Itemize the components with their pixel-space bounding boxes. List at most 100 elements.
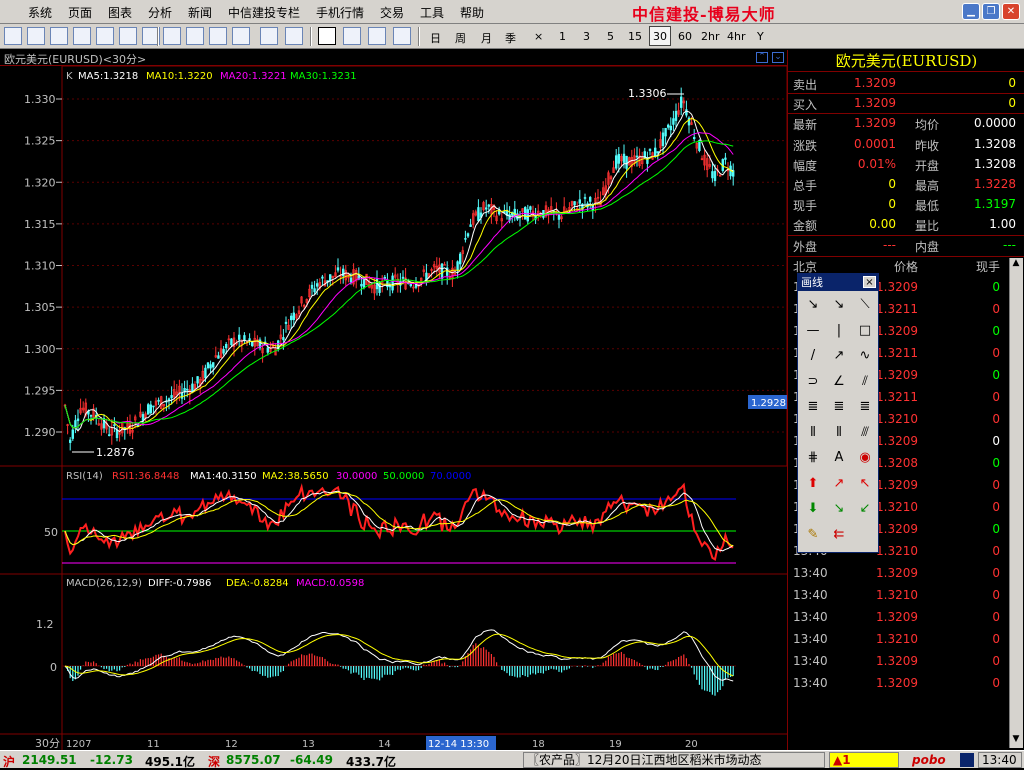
news-ticker[interactable]: 〖农产品〗12月20日江西地区稻米市场动态 (523, 752, 825, 768)
cycle-lines-icon[interactable]: ⦀ (828, 423, 850, 443)
period-quarterly[interactable]: 季 (505, 30, 516, 46)
grid-icon[interactable] (119, 27, 137, 45)
arrow-up-left-icon[interactable]: ↖ (854, 474, 876, 494)
candle-body (487, 204, 490, 207)
arrow-down-icon[interactable] (260, 27, 278, 45)
scroll-down-icon[interactable]: ▼ (1009, 734, 1023, 748)
status-bar: 沪 2149.51 -12.73 495.1亿 深 8575.07 -64.49… (0, 750, 1024, 769)
ellipse-tool-icon[interactable]: ◉ (854, 448, 876, 468)
period-3min[interactable]: 3 (583, 30, 590, 43)
candle-body (266, 347, 269, 353)
menu-news[interactable]: 新闻 (188, 4, 212, 21)
menu-citic-column[interactable]: 中信建投专栏 (228, 4, 300, 21)
period-4hr[interactable]: 4hr (727, 30, 746, 43)
arrow-line-icon[interactable]: ↗ (828, 346, 850, 366)
speed-lines-icon[interactable]: ⫻ (854, 423, 876, 443)
fibonacci-icon[interactable]: ≣ (802, 397, 824, 417)
trend-line-icon[interactable]: / (802, 346, 824, 366)
menu-tools[interactable]: 工具 (420, 4, 444, 21)
period-yearly[interactable]: Y (757, 30, 764, 43)
tick-time: 13:40 (793, 676, 828, 690)
indicator-icon[interactable] (368, 27, 386, 45)
text-tool-icon[interactable]: A (828, 448, 850, 468)
close-icon[interactable]: ✕ (1002, 3, 1020, 20)
tick-volume: 0 (992, 588, 1000, 602)
angle-icon[interactable]: ∠ (828, 372, 850, 392)
period-15min[interactable]: 15 (628, 30, 642, 43)
period-1min[interactable]: 1 (559, 30, 566, 43)
period-2hr[interactable]: 2hr (701, 30, 720, 43)
restore-icon[interactable]: ❐ (982, 3, 1000, 20)
arrow-up-right-icon[interactable]: ↗ (828, 474, 850, 494)
candle-chart-icon[interactable] (50, 27, 68, 45)
macd-dea-label: DEA:-0.8284 (226, 578, 289, 589)
channel-icon[interactable]: ≣ (854, 397, 876, 417)
refresh-icon[interactable] (163, 27, 181, 45)
period-60min[interactable]: 60 (678, 30, 692, 43)
quote-label: 涨跌 (793, 138, 818, 153)
scroll-up-icon[interactable]: ⌃ (756, 52, 768, 63)
drawing-tools-titlebar[interactable]: 画线 × (798, 274, 878, 291)
close-icon[interactable]: × (863, 276, 876, 288)
menu-mobile-quotes[interactable]: 手机行情 (316, 4, 364, 21)
candle-body (212, 362, 215, 368)
wave-icon[interactable]: ∿ (854, 346, 876, 366)
price-chart[interactable]: K MA5:1.3218 MA10:1.3220 MA20:1.3221 MA3… (0, 66, 787, 750)
arrow-down-right-icon[interactable]: ↘ (828, 499, 850, 519)
menu-page[interactable]: 页面 (68, 4, 92, 21)
arrow-down-left-icon[interactable]: ↙ (854, 499, 876, 519)
menu-help[interactable]: 帮助 (460, 4, 484, 21)
fan-lines-icon[interactable]: ⫽ (854, 372, 876, 392)
scroll-down-icon[interactable]: ⌄ (772, 52, 784, 63)
period-weekly[interactable]: 周 (455, 30, 466, 46)
export-icon[interactable] (285, 27, 303, 45)
tick-volume: 0 (992, 280, 1000, 294)
period-daily[interactable]: 日 (430, 30, 441, 46)
period-30min[interactable]: 30 (649, 26, 671, 46)
menu-trade[interactable]: 交易 (380, 4, 404, 21)
flash-icon[interactable] (393, 27, 411, 45)
candle-body (315, 283, 319, 287)
scroll-up-icon[interactable]: ▲ (1009, 258, 1023, 272)
candle-body (466, 233, 470, 237)
period-custom[interactable]: × (534, 30, 543, 43)
rectangle-icon[interactable]: □ (854, 321, 876, 341)
period-monthly[interactable]: 月 (481, 30, 492, 46)
menu-system[interactable]: 系统 (28, 4, 52, 21)
eraser-icon[interactable]: ✎ (802, 525, 824, 545)
gann-icon[interactable]: ≣ (828, 397, 850, 417)
bar-icon[interactable] (96, 27, 114, 45)
cursor-icon[interactable] (232, 27, 250, 45)
tick-row: 13:40 1.3209 0 (788, 610, 1024, 632)
candle-body (664, 127, 667, 137)
arrow-up-icon[interactable]: ⬆ (802, 474, 824, 494)
menu-chart[interactable]: 图表 (108, 4, 132, 21)
quote-label: 内盘 (915, 239, 940, 254)
vertical-line-icon[interactable]: | (828, 321, 850, 341)
ticks-scrollbar[interactable] (1009, 258, 1023, 748)
parallel-line-icon[interactable]: ⟍ (854, 295, 876, 315)
draw-line-icon[interactable] (318, 27, 336, 45)
minimize-icon[interactable]: ▁ (962, 3, 980, 20)
time-zones-icon[interactable]: ⦀ (802, 423, 824, 443)
grid-tool-icon[interactable]: ⋕ (802, 448, 824, 468)
delete-all-icon[interactable]: ⇇ (828, 525, 850, 545)
menu-analysis[interactable]: 分析 (148, 4, 172, 21)
table-icon[interactable] (73, 27, 91, 45)
arrow-down-icon[interactable]: ⬇ (802, 499, 824, 519)
period-5min[interactable]: 5 (607, 30, 614, 43)
candle-body (284, 321, 288, 324)
zoom-out-icon[interactable] (209, 27, 227, 45)
line-chart-icon[interactable] (27, 27, 45, 45)
alert-badge[interactable]: ▲1 (829, 752, 899, 768)
alarm-icon[interactable] (343, 27, 361, 45)
x-label-18: 18 (532, 739, 545, 750)
ray-down-icon[interactable]: ↘ (828, 295, 850, 315)
quote-label: 现手 (793, 199, 818, 214)
x-label-12: 12 (225, 739, 238, 750)
horizontal-line-icon[interactable]: — (802, 321, 824, 341)
line-down-icon[interactable]: ↘ (802, 295, 824, 315)
quote-list-icon[interactable] (4, 27, 22, 45)
zoom-in-icon[interactable] (186, 27, 204, 45)
arc-icon[interactable]: ⊃ (802, 372, 824, 392)
